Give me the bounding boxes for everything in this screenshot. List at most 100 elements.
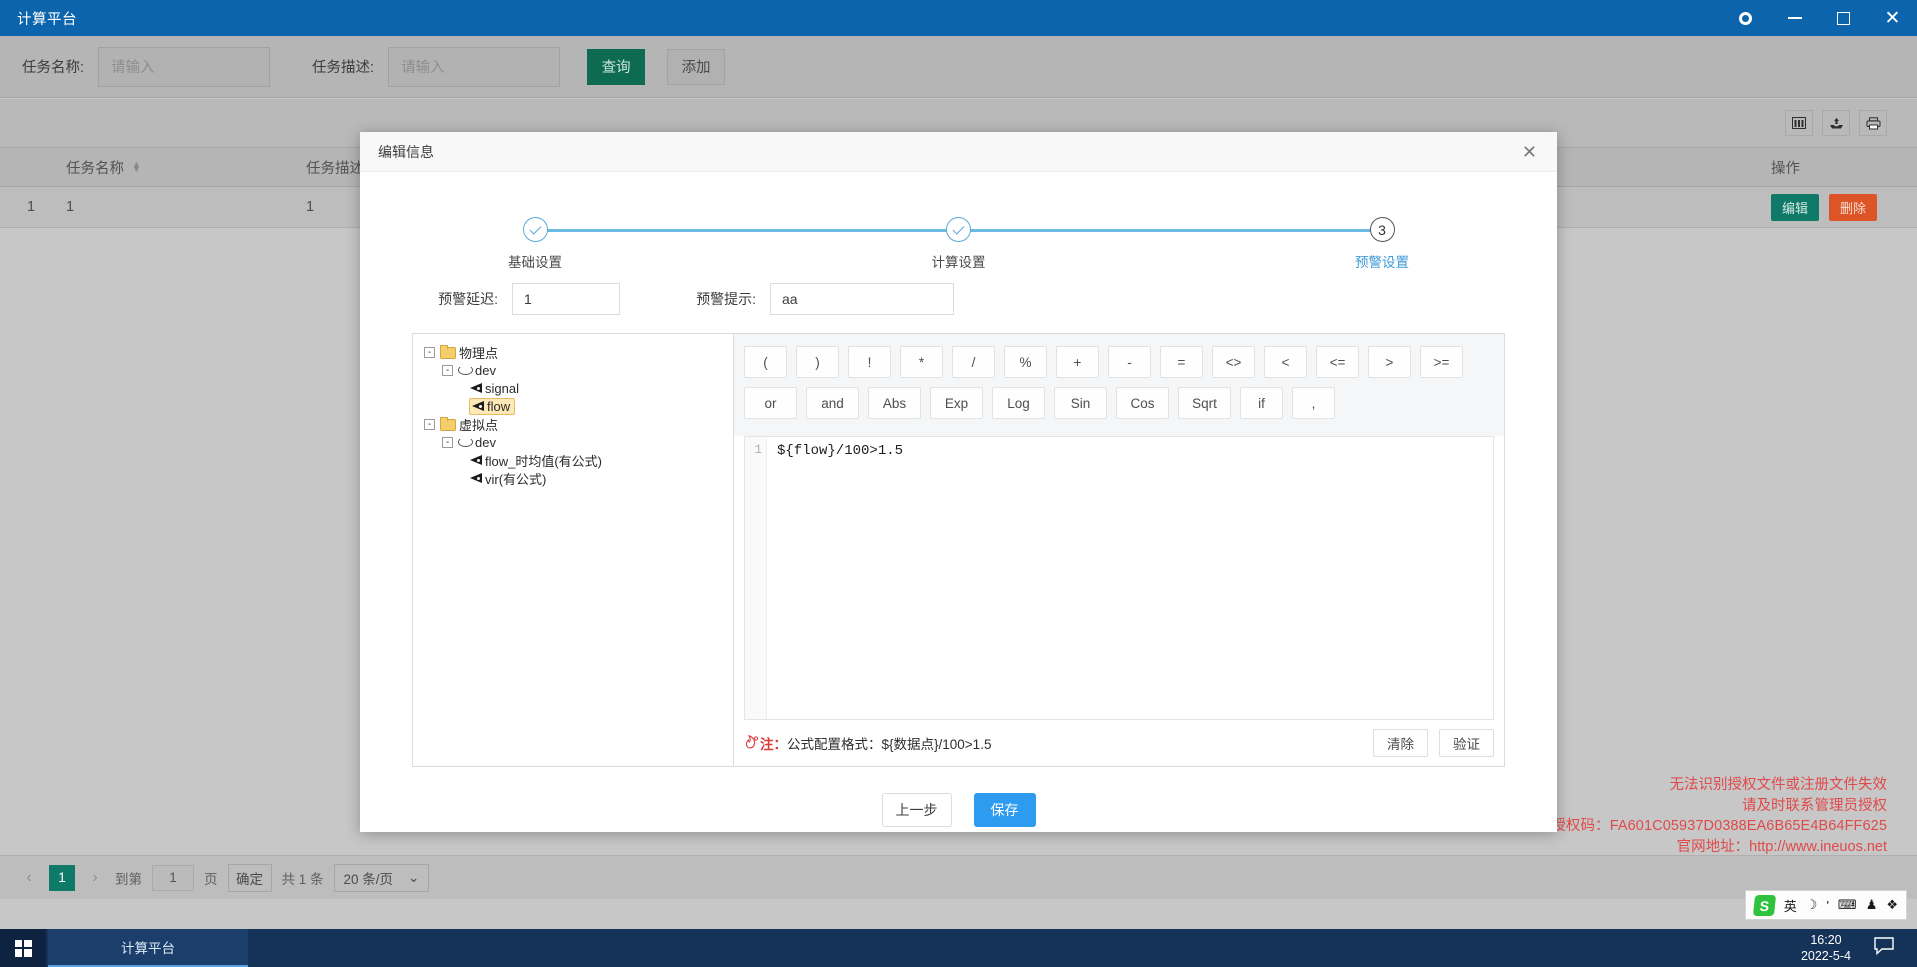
columns-icon[interactable]	[1785, 110, 1813, 136]
operator-minus[interactable]: -	[1108, 346, 1151, 378]
tree-node-virtual-dev[interactable]: - dev	[424, 433, 733, 451]
function-if[interactable]: if	[1240, 387, 1283, 419]
collapse-icon[interactable]: -	[424, 346, 435, 358]
clear-button[interactable]: 清除	[1373, 729, 1428, 757]
step-3-alarm-settings[interactable]: 3 预警设置	[1307, 210, 1457, 271]
page-size-select[interactable]: 20 条/页 ⌄	[333, 863, 430, 892]
validate-button[interactable]: 验证	[1439, 729, 1494, 757]
query-button[interactable]: 查询	[587, 48, 646, 85]
datapoint-tree[interactable]: - 物理点 - dev signal flow - 虚拟点 - dev flow…	[412, 333, 734, 767]
operator-multiply[interactable]: *	[900, 346, 943, 378]
alarm-tip-input[interactable]: aa	[770, 283, 954, 315]
function-cos[interactable]: Cos	[1116, 387, 1169, 419]
fire-icon	[744, 734, 759, 752]
export-icon[interactable]	[1822, 110, 1850, 136]
operator-not[interactable]: !	[848, 346, 891, 378]
collapse-icon[interactable]: -	[442, 364, 453, 376]
keyboard-icon[interactable]: ⌨	[1838, 897, 1857, 913]
tree-node-physical-points[interactable]: - 物理点	[424, 343, 733, 361]
operator-lparen[interactable]: (	[744, 346, 787, 378]
function-log[interactable]: Log	[992, 387, 1045, 419]
add-button[interactable]: 添加	[667, 48, 726, 85]
tree-node-flow[interactable]: flow	[424, 397, 733, 415]
ime-language-icon[interactable]: 英	[1784, 896, 1797, 915]
table-header-task-desc-label: 任务描述	[306, 160, 364, 177]
function-sqrt[interactable]: Sqrt	[1178, 387, 1231, 419]
operator-divide[interactable]: /	[952, 346, 995, 378]
operator-rparen[interactable]: )	[796, 346, 839, 378]
settings-icon[interactable]	[1721, 0, 1770, 36]
prev-page-button[interactable]: ‹	[19, 869, 39, 887]
minimize-button[interactable]	[1770, 0, 1819, 36]
operator-greater-than[interactable]: >	[1368, 346, 1411, 378]
delete-button[interactable]: 删除	[1829, 193, 1878, 221]
operator-not-equals[interactable]: <>	[1212, 346, 1255, 378]
formula-note-text: 注：公式配置格式：${数据点}/100>1.5	[760, 733, 991, 753]
row-task-name: 1	[66, 199, 75, 215]
next-page-button[interactable]: ›	[85, 869, 105, 887]
operator-or[interactable]: or	[744, 387, 797, 419]
operator-modulo[interactable]: %	[1004, 346, 1047, 378]
operator-and[interactable]: and	[806, 387, 859, 419]
table-header-task-name[interactable]: 任务名称 ▲ ▼	[57, 157, 297, 178]
function-exp[interactable]: Exp	[930, 387, 983, 419]
function-sin[interactable]: Sin	[1054, 387, 1107, 419]
taskbar-clock[interactable]: 16:20 2022-5-4	[1801, 932, 1851, 964]
page-number-1[interactable]: 1	[49, 864, 75, 891]
step-1-basic-settings[interactable]: 基础设置	[460, 210, 610, 271]
tree-node-label: signal	[485, 380, 519, 396]
tree-node-physical-dev[interactable]: - dev	[424, 361, 733, 379]
function-abs[interactable]: Abs	[868, 387, 921, 419]
window-title-bar: 计算平台 ✕	[0, 0, 1917, 36]
tree-node-selected-wrapper: flow	[469, 397, 516, 415]
collapse-icon[interactable]: -	[442, 436, 453, 448]
dialog-title: 编辑信息	[378, 143, 434, 160]
task-name-input[interactable]: 请输入	[98, 46, 271, 87]
operator-less-equal[interactable]: <=	[1316, 346, 1359, 378]
operator-less-than[interactable]: <	[1264, 346, 1307, 378]
windows-taskbar: 计算平台 16:20 2022-5-4	[0, 929, 1917, 967]
start-button[interactable]	[0, 929, 46, 967]
moon-icon[interactable]: ☽	[1806, 897, 1818, 913]
dialog-header: 编辑信息 ✕	[360, 132, 1557, 172]
print-icon[interactable]	[1859, 110, 1887, 136]
license-warning: 无法识别授权文件或注册文件失效 请及时联系管理员授权 授权码：FA601C059…	[1551, 775, 1887, 857]
user-icon[interactable]: ♟	[1866, 897, 1878, 913]
formula-text[interactable]: ${flow}/100>1.5	[767, 437, 1493, 719]
tree-node-label: vir(有公式)	[485, 471, 547, 487]
previous-step-button[interactable]: 上一步	[881, 793, 952, 827]
maximize-button[interactable]	[1819, 0, 1868, 36]
alarm-tip-label: 预警提示:	[696, 291, 756, 307]
tree-node-virtual-points[interactable]: - 虚拟点	[424, 415, 733, 433]
app-title: 计算平台	[17, 11, 77, 28]
collapse-icon[interactable]: -	[424, 418, 435, 430]
edit-button[interactable]: 编辑	[1771, 193, 1820, 221]
goto-confirm-button[interactable]: 确定	[227, 863, 272, 892]
task-desc-input[interactable]: 请输入	[388, 46, 561, 87]
operator-comma[interactable]: ,	[1292, 387, 1335, 419]
taskbar-item-calc-platform[interactable]: 计算平台	[48, 929, 248, 967]
toolbox-icon[interactable]: ❖	[1886, 897, 1898, 913]
tree-node-vir[interactable]: vir(有公式)	[424, 469, 733, 487]
sogou-logo-icon[interactable]: S	[1752, 894, 1776, 916]
tree-node-label: flow	[487, 398, 511, 414]
punctuation-icon[interactable]: '	[1826, 898, 1828, 913]
tree-node-signal[interactable]: signal	[424, 379, 733, 397]
sort-icon[interactable]: ▲▼	[132, 160, 141, 174]
alarm-delay-input[interactable]: 1	[512, 283, 620, 315]
operator-equals[interactable]: =	[1160, 346, 1203, 378]
formula-code-editor[interactable]: 1 ${flow}/100>1.5	[744, 436, 1494, 720]
operator-greater-equal[interactable]: >=	[1420, 346, 1463, 378]
goto-page-input[interactable]: 1	[152, 864, 194, 891]
task-desc-label: 任务描述:	[312, 60, 375, 76]
operator-plus[interactable]: +	[1056, 346, 1099, 378]
alarm-delay-label: 预警延迟:	[438, 291, 498, 307]
tree-node-label: 物理点	[459, 345, 499, 361]
device-icon	[458, 436, 473, 448]
step-2-calc-settings[interactable]: 计算设置	[884, 210, 1034, 271]
close-icon[interactable]: ✕	[1516, 141, 1543, 163]
notification-icon[interactable]	[1873, 936, 1895, 961]
save-button[interactable]: 保存	[973, 793, 1036, 827]
tree-node-flow-hourly-avg[interactable]: flow_时均值(有公式)	[424, 451, 733, 469]
close-button[interactable]: ✕	[1868, 0, 1917, 36]
